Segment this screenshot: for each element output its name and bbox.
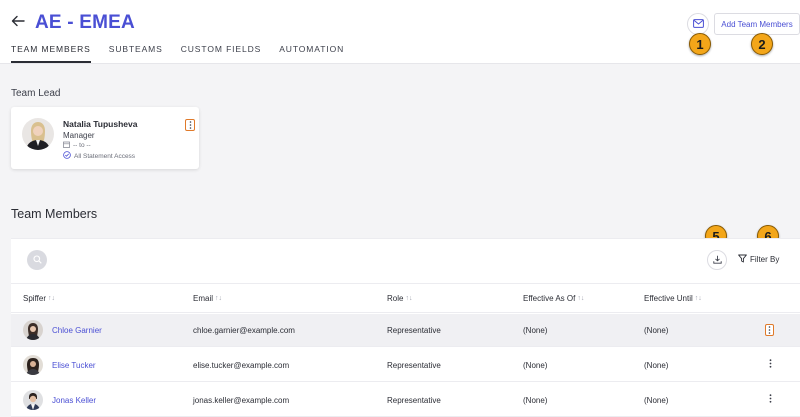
team-lead-name: Natalia Tupusheva	[63, 119, 138, 129]
team-lead-date-range: -- to --	[73, 142, 91, 149]
table-row[interactable]: Jonas Keller jonas.keller@example.com Re…	[11, 384, 800, 417]
page-title: AE - EMEA	[35, 12, 135, 33]
email-cell: elise.tucker@example.com	[193, 361, 290, 370]
team-lead-access: All Statement Access	[63, 151, 135, 161]
envelope-icon	[692, 15, 704, 33]
spiffer-name-link[interactable]: Elise Tucker	[52, 361, 96, 370]
filter-icon	[738, 254, 747, 265]
avatar	[23, 390, 43, 410]
filter-by-button[interactable]: Filter By	[738, 254, 779, 265]
spiffer-name-link[interactable]: Jonas Keller	[52, 396, 96, 405]
effective-as-of-cell: (None)	[523, 326, 548, 335]
row-menu-button[interactable]	[766, 393, 774, 407]
team-lead-heading: Team Lead	[11, 88, 61, 99]
role-cell: Representative	[387, 326, 441, 335]
team-lead-card: Natalia Tupusheva Manager -- to -- All S…	[11, 107, 199, 169]
avatar	[22, 118, 54, 150]
email-team-button[interactable]	[687, 13, 709, 35]
sort-icon: ↑↓	[577, 295, 585, 302]
table-row[interactable]: Chloe Garnier chloe.garnier@example.com …	[11, 314, 800, 347]
effective-as-of-cell: (None)	[523, 396, 548, 405]
calendar-icon	[63, 141, 70, 150]
sort-icon: ↑↓	[215, 295, 223, 302]
email-cell: chloe.garnier@example.com	[193, 326, 295, 335]
more-vertical-icon	[769, 394, 772, 406]
column-header-spiffer[interactable]: Spiffer ↑↓	[23, 294, 55, 303]
team-lead-dates: -- to --	[63, 141, 91, 150]
page-header: AE - EMEA TEAM MEMBERS SUBTEAMS CUSTOM F…	[0, 0, 800, 64]
column-header-role[interactable]: Role ↑↓	[387, 294, 412, 303]
effective-until-cell: (None)	[644, 396, 669, 405]
effective-as-of-cell: (None)	[523, 361, 548, 370]
annotation-badge-1: 1	[689, 33, 711, 55]
annotation-badge-2: 2	[751, 33, 773, 55]
tab-automation[interactable]: AUTOMATION	[279, 44, 344, 63]
role-cell: Representative	[387, 361, 441, 370]
effective-until-cell: (None)	[644, 361, 669, 370]
more-vertical-icon	[189, 116, 192, 134]
team-lead-access-label: All Statement Access	[74, 152, 136, 160]
filter-by-label: Filter By	[750, 255, 780, 264]
search-button[interactable]	[27, 250, 47, 270]
table-header: Spiffer ↑↓ Email ↑↓ Role ↑↓ Effective As Of…	[11, 283, 800, 313]
check-circle-icon	[63, 151, 71, 161]
download-button[interactable]	[707, 250, 727, 270]
search-icon	[32, 251, 42, 269]
table-row[interactable]: Elise Tucker elise.tucker@example.com Re…	[11, 349, 800, 382]
avatar	[23, 355, 43, 375]
download-icon	[712, 251, 722, 269]
tab-custom-fields[interactable]: CUSTOM FIELDS	[181, 44, 262, 63]
add-team-members-button[interactable]: Add Team Members	[714, 13, 800, 35]
team-members-table: Filter By Spiffer ↑↓ Email ↑↓ Role ↑↓ Effec…	[11, 238, 800, 417]
avatar	[23, 320, 43, 340]
effective-until-cell: (None)	[644, 326, 669, 335]
team-lead-role: Manager	[63, 131, 95, 140]
email-cell: jonas.keller@example.com	[193, 396, 290, 405]
more-vertical-icon	[768, 321, 771, 339]
more-vertical-icon	[769, 359, 772, 371]
team-lead-menu-button[interactable]	[185, 119, 195, 131]
column-header-email[interactable]: Email ↑↓	[193, 294, 222, 303]
sort-icon: ↑↓	[405, 295, 413, 302]
sort-icon: ↑↓	[694, 295, 702, 302]
sort-icon: ↑↓	[47, 295, 55, 302]
arrow-left-icon[interactable]	[11, 14, 27, 32]
column-header-effective-until[interactable]: Effective Until ↑↓	[644, 294, 702, 303]
spiffer-name-link[interactable]: Chloe Garnier	[52, 326, 102, 335]
tab-team-members[interactable]: TEAM MEMBERS	[11, 44, 91, 63]
tab-subteams[interactable]: SUBTEAMS	[109, 44, 163, 63]
tab-bar: TEAM MEMBERS SUBTEAMS CUSTOM FIELDS AUTO…	[11, 44, 362, 63]
team-members-heading: Team Members	[11, 207, 98, 221]
role-cell: Representative	[387, 396, 441, 405]
row-menu-button[interactable]	[766, 358, 774, 372]
column-header-effective-as-of[interactable]: Effective As Of ↑↓	[523, 294, 584, 303]
row-menu-button[interactable]	[765, 324, 774, 336]
